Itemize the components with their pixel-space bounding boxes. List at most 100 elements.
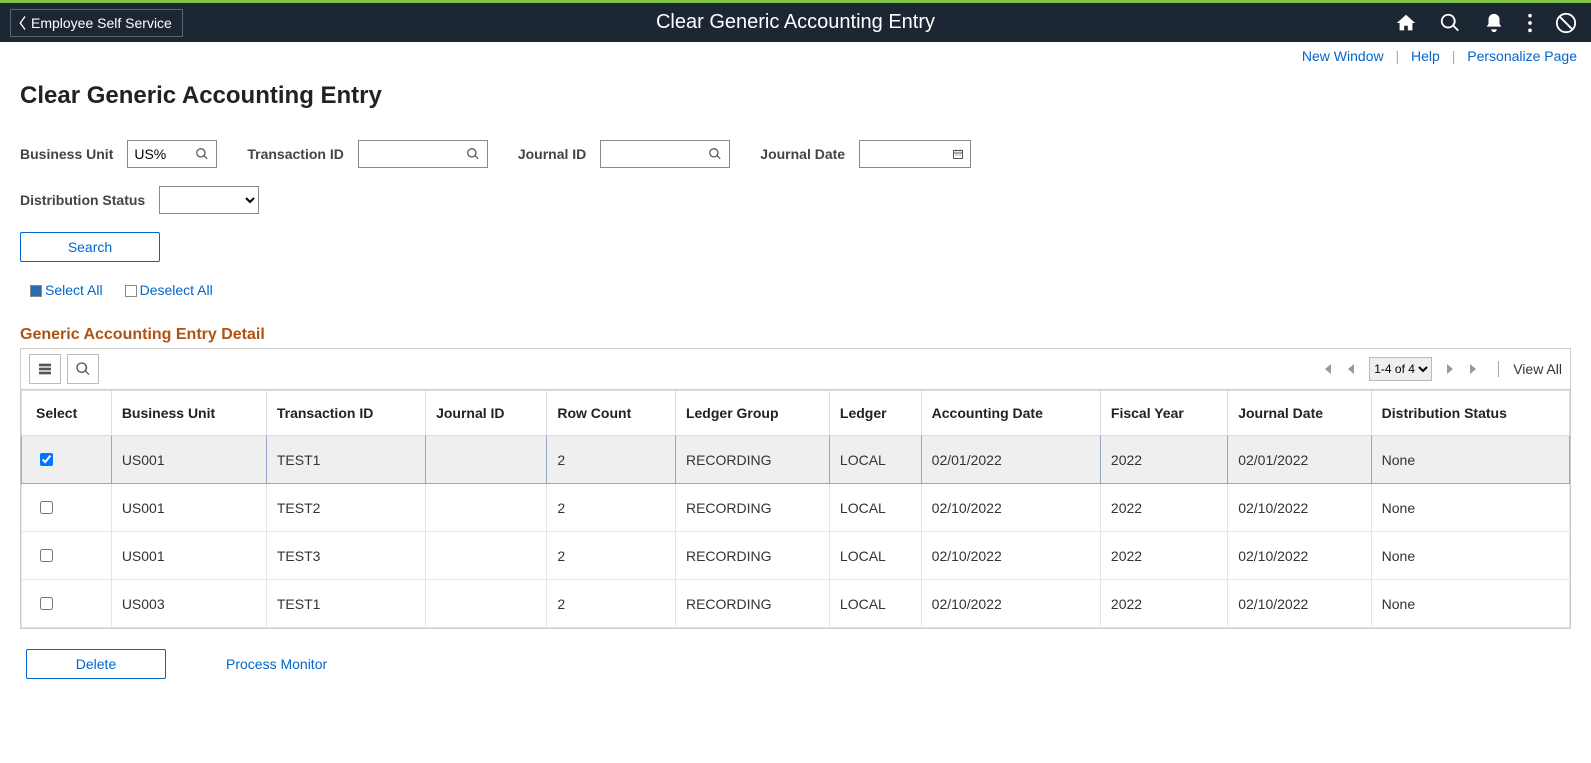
- grid-settings-icon: [37, 361, 53, 377]
- home-icon[interactable]: [1395, 12, 1417, 34]
- cell-journal-id: [426, 532, 547, 580]
- cell-accounting-date: 02/10/2022: [921, 532, 1100, 580]
- business-unit-lookup[interactable]: [188, 141, 216, 167]
- results-grid: 1-4 of 4 View All SelectBusiness UnitTra…: [20, 348, 1571, 629]
- journal-date-calendar[interactable]: [946, 145, 970, 163]
- row-select-checkbox[interactable]: [40, 453, 53, 466]
- row-select-checkbox[interactable]: [40, 501, 53, 514]
- notification-icon[interactable]: [1483, 12, 1505, 34]
- cell-distribution-status: None: [1371, 580, 1569, 628]
- cell-accounting-date: 02/01/2022: [921, 436, 1100, 484]
- cell-business-unit: US001: [111, 532, 266, 580]
- business-unit-label: Business Unit: [20, 146, 113, 162]
- cell-ledger: LOCAL: [829, 484, 921, 532]
- cell-row-count: 2: [547, 484, 676, 532]
- help-link[interactable]: Help: [1411, 48, 1440, 64]
- cell-row-count: 2: [547, 532, 676, 580]
- column-header[interactable]: Distribution Status: [1371, 391, 1569, 436]
- cell-ledger-group: RECORDING: [675, 580, 829, 628]
- back-label: Employee Self Service: [31, 15, 172, 31]
- back-button[interactable]: Employee Self Service: [10, 9, 183, 37]
- cell-distribution-status: None: [1371, 436, 1569, 484]
- cell-row-count: 2: [547, 436, 676, 484]
- cell-accounting-date: 02/10/2022: [921, 580, 1100, 628]
- cell-journal-date: 02/10/2022: [1228, 580, 1371, 628]
- cell-distribution-status: None: [1371, 484, 1569, 532]
- next-page-icon[interactable]: [1444, 363, 1456, 375]
- search-criteria-row-1: Business Unit Transaction ID Journal ID: [20, 140, 1571, 168]
- table-row: US001TEST22RECORDINGLOCAL02/10/202220220…: [22, 484, 1570, 532]
- select-all-link[interactable]: Select All: [30, 282, 103, 298]
- last-page-icon[interactable]: [1468, 363, 1480, 375]
- header-icons: [1395, 12, 1591, 34]
- business-unit-input[interactable]: [128, 141, 188, 167]
- cell-journal-id: [426, 436, 547, 484]
- column-header[interactable]: Journal ID: [426, 391, 547, 436]
- table-row: US003TEST12RECORDINGLOCAL02/10/202220220…: [22, 580, 1570, 628]
- cell-journal-id: [426, 580, 547, 628]
- business-unit-field: [127, 140, 217, 168]
- journal-id-label: Journal ID: [518, 146, 586, 162]
- transaction-id-lookup[interactable]: [459, 141, 487, 167]
- cell-journal-id: [426, 484, 547, 532]
- row-select-checkbox[interactable]: [40, 597, 53, 610]
- column-header[interactable]: Row Count: [547, 391, 676, 436]
- cell-ledger-group: RECORDING: [675, 484, 829, 532]
- cell-fiscal-year: 2022: [1100, 532, 1227, 580]
- cell-ledger: LOCAL: [829, 532, 921, 580]
- column-header[interactable]: Business Unit: [111, 391, 266, 436]
- process-monitor-link[interactable]: Process Monitor: [226, 656, 327, 672]
- checkbox-checked-icon: [30, 285, 42, 297]
- column-header[interactable]: Ledger Group: [675, 391, 829, 436]
- grid-range-select[interactable]: 1-4 of 4: [1369, 357, 1432, 381]
- grid-personalize-button[interactable]: [29, 354, 61, 384]
- distribution-status-select[interactable]: [159, 186, 259, 214]
- separator: |: [1396, 48, 1400, 64]
- cell-fiscal-year: 2022: [1100, 436, 1227, 484]
- cell-ledger-group: RECORDING: [675, 436, 829, 484]
- select-row-links: Select All Deselect All: [30, 282, 1571, 298]
- cell-accounting-date: 02/10/2022: [921, 484, 1100, 532]
- cell-journal-date: 02/01/2022: [1228, 436, 1371, 484]
- lookup-icon: [195, 147, 209, 161]
- column-header[interactable]: Ledger: [829, 391, 921, 436]
- search-button[interactable]: Search: [20, 232, 160, 262]
- prev-page-icon[interactable]: [1345, 363, 1357, 375]
- search-icon[interactable]: [1439, 12, 1461, 34]
- table-body: US001TEST12RECORDINGLOCAL02/01/202220220…: [22, 436, 1570, 628]
- journal-id-lookup[interactable]: [701, 141, 729, 167]
- journal-date-input[interactable]: [860, 147, 946, 162]
- cell-fiscal-year: 2022: [1100, 580, 1227, 628]
- cell-journal-date: 02/10/2022: [1228, 532, 1371, 580]
- first-page-icon[interactable]: [1321, 363, 1333, 375]
- journal-date-label: Journal Date: [760, 146, 845, 162]
- search-criteria-row-2: Distribution Status: [20, 186, 1571, 214]
- column-header[interactable]: Accounting Date: [921, 391, 1100, 436]
- delete-button[interactable]: Delete: [26, 649, 166, 679]
- cell-business-unit: US003: [111, 580, 266, 628]
- deselect-all-link[interactable]: Deselect All: [125, 282, 213, 298]
- grid-section-title: Generic Accounting Entry Detail: [20, 326, 1571, 344]
- page-title: Clear Generic Accounting Entry: [20, 82, 1571, 110]
- journal-id-field: [600, 140, 730, 168]
- transaction-id-input[interactable]: [359, 141, 459, 167]
- journal-id-input[interactable]: [601, 141, 701, 167]
- table-row: US001TEST12RECORDINGLOCAL02/01/202220220…: [22, 436, 1570, 484]
- actions-menu-icon[interactable]: [1527, 12, 1533, 34]
- view-all-link[interactable]: View All: [1498, 361, 1562, 377]
- grid-find-button[interactable]: [67, 354, 99, 384]
- table-row: US001TEST32RECORDINGLOCAL02/10/202220220…: [22, 532, 1570, 580]
- new-window-link[interactable]: New Window: [1302, 48, 1384, 64]
- row-select-checkbox[interactable]: [40, 549, 53, 562]
- cell-fiscal-year: 2022: [1100, 484, 1227, 532]
- cell-transaction-id: TEST2: [266, 484, 425, 532]
- column-header[interactable]: Fiscal Year: [1100, 391, 1227, 436]
- column-header[interactable]: Select: [22, 391, 112, 436]
- column-header[interactable]: Journal Date: [1228, 391, 1371, 436]
- lookup-icon: [708, 147, 722, 161]
- column-header[interactable]: Transaction ID: [266, 391, 425, 436]
- personalize-link[interactable]: Personalize Page: [1467, 48, 1577, 64]
- nav-icon[interactable]: [1555, 12, 1577, 34]
- cell-journal-date: 02/10/2022: [1228, 484, 1371, 532]
- utility-links: New Window | Help | Personalize Page: [0, 42, 1591, 64]
